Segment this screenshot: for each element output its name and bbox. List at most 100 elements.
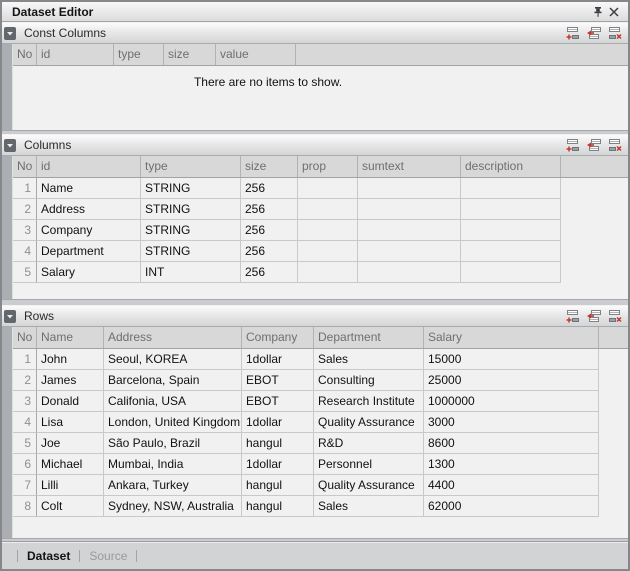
cell[interactable]: Donald xyxy=(37,391,104,412)
collapse-rows-button[interactable] xyxy=(4,310,16,323)
row-number-cell[interactable]: 4 xyxy=(13,241,37,262)
cell[interactable]: INT xyxy=(141,262,241,283)
row-number-cell[interactable]: 3 xyxy=(13,220,37,241)
cell[interactable]: 62000 xyxy=(424,496,599,517)
cell[interactable] xyxy=(298,199,358,220)
column-header[interactable]: value xyxy=(216,44,296,65)
cell[interactable]: Consulting xyxy=(314,370,424,391)
row-number-cell[interactable]: 2 xyxy=(13,199,37,220)
cell[interactable] xyxy=(298,262,358,283)
column-header[interactable]: No xyxy=(13,327,37,348)
row-number-cell[interactable]: 5 xyxy=(13,262,37,283)
cell[interactable] xyxy=(461,178,561,199)
cell[interactable]: R&D xyxy=(314,433,424,454)
cell[interactable]: 4400 xyxy=(424,475,599,496)
cell[interactable]: Department xyxy=(37,241,141,262)
close-button[interactable] xyxy=(606,4,622,19)
delete-row-button[interactable] xyxy=(606,25,624,41)
cell[interactable]: Sales xyxy=(314,349,424,370)
cell[interactable]: Califonia, USA xyxy=(104,391,242,412)
cell[interactable]: Research Institute xyxy=(314,391,424,412)
column-header[interactable]: size xyxy=(241,156,298,177)
cell[interactable]: 1300 xyxy=(424,454,599,475)
add-row-button[interactable] xyxy=(564,308,582,324)
row-number-cell[interactable]: 1 xyxy=(13,349,37,370)
cell[interactable] xyxy=(461,241,561,262)
column-header[interactable]: Department xyxy=(314,327,424,348)
cell[interactable]: EBOT xyxy=(242,370,314,391)
column-header[interactable]: type xyxy=(114,44,164,65)
cell[interactable]: 25000 xyxy=(424,370,599,391)
cell[interactable]: 1000000 xyxy=(424,391,599,412)
insert-row-button[interactable] xyxy=(585,25,603,41)
cell[interactable]: Seoul, KOREA xyxy=(104,349,242,370)
cell[interactable]: Lilli xyxy=(37,475,104,496)
cell[interactable]: Ankara, Turkey xyxy=(104,475,242,496)
cell[interactable]: Company xyxy=(37,220,141,241)
collapse-columns-button[interactable] xyxy=(4,139,16,152)
cell[interactable]: Salary xyxy=(37,262,141,283)
cell[interactable]: James xyxy=(37,370,104,391)
row-number-cell[interactable]: 8 xyxy=(13,496,37,517)
column-header[interactable]: Address xyxy=(104,327,242,348)
cell[interactable]: Mumbai, India xyxy=(104,454,242,475)
column-header[interactable]: No xyxy=(13,44,37,65)
cell[interactable] xyxy=(298,241,358,262)
row-number-cell[interactable]: 5 xyxy=(13,433,37,454)
cell[interactable]: 256 xyxy=(241,220,298,241)
column-header[interactable]: type xyxy=(141,156,241,177)
cell[interactable]: 256 xyxy=(241,241,298,262)
column-header[interactable]: size xyxy=(164,44,216,65)
cell[interactable]: Michael xyxy=(37,454,104,475)
tab-source[interactable]: Source xyxy=(87,549,129,563)
cell[interactable]: EBOT xyxy=(242,391,314,412)
cell[interactable] xyxy=(358,178,461,199)
column-header[interactable]: id xyxy=(37,44,114,65)
cell[interactable]: 1dollar xyxy=(242,454,314,475)
column-header[interactable]: Name xyxy=(37,327,104,348)
row-number-cell[interactable]: 4 xyxy=(13,412,37,433)
cell[interactable]: 256 xyxy=(241,178,298,199)
cell[interactable]: hangul xyxy=(242,433,314,454)
insert-row-button[interactable] xyxy=(585,308,603,324)
cell[interactable]: STRING xyxy=(141,241,241,262)
column-header[interactable]: Company xyxy=(242,327,314,348)
cell[interactable]: STRING xyxy=(141,199,241,220)
add-row-button[interactable] xyxy=(564,25,582,41)
cell[interactable]: 256 xyxy=(241,199,298,220)
cell[interactable]: 1dollar xyxy=(242,412,314,433)
cell[interactable] xyxy=(461,262,561,283)
row-number-cell[interactable]: 6 xyxy=(13,454,37,475)
cell[interactable]: hangul xyxy=(242,496,314,517)
cell[interactable] xyxy=(461,220,561,241)
column-header[interactable]: description xyxy=(461,156,561,177)
insert-row-button[interactable] xyxy=(585,137,603,153)
cell[interactable]: Lisa xyxy=(37,412,104,433)
cell[interactable]: Sales xyxy=(314,496,424,517)
column-header[interactable]: prop xyxy=(298,156,358,177)
column-header[interactable]: No xyxy=(13,156,37,177)
cell[interactable] xyxy=(298,178,358,199)
cell[interactable] xyxy=(358,220,461,241)
cell[interactable]: 15000 xyxy=(424,349,599,370)
row-number-cell[interactable]: 2 xyxy=(13,370,37,391)
column-header[interactable]: id xyxy=(37,156,141,177)
pin-button[interactable] xyxy=(590,4,606,19)
cell[interactable]: Name xyxy=(37,178,141,199)
delete-row-button[interactable] xyxy=(606,308,624,324)
cell[interactable]: hangul xyxy=(242,475,314,496)
cell[interactable]: Sydney, NSW, Australia xyxy=(104,496,242,517)
cell[interactable]: 256 xyxy=(241,262,298,283)
cell[interactable]: Barcelona, Spain xyxy=(104,370,242,391)
cell[interactable]: 8600 xyxy=(424,433,599,454)
cell[interactable]: Address xyxy=(37,199,141,220)
cell[interactable]: Quality Assurance xyxy=(314,475,424,496)
cell[interactable]: STRING xyxy=(141,220,241,241)
cell[interactable]: 3000 xyxy=(424,412,599,433)
row-number-cell[interactable]: 3 xyxy=(13,391,37,412)
collapse-const-columns-button[interactable] xyxy=(4,27,16,40)
cell[interactable]: 1dollar xyxy=(242,349,314,370)
column-header[interactable]: Salary xyxy=(424,327,599,348)
cell[interactable]: Colt xyxy=(37,496,104,517)
delete-row-button[interactable] xyxy=(606,137,624,153)
